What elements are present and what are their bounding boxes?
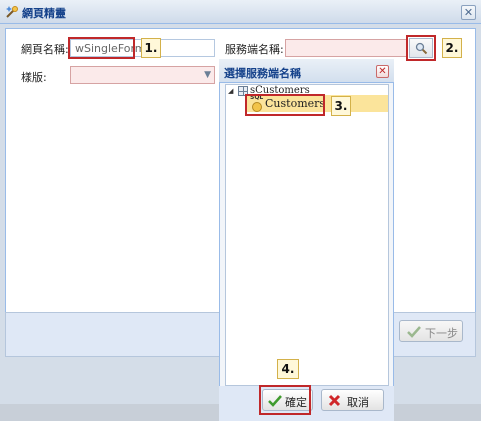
check-icon	[407, 326, 421, 338]
callout-box-3	[245, 94, 325, 116]
next-button-label: 下一步	[425, 327, 458, 340]
callout-box-1	[68, 37, 135, 59]
window-close-button[interactable]: ✕	[461, 5, 476, 20]
step-badge-2: 2.	[442, 38, 462, 58]
callout-box-4	[259, 385, 311, 415]
window-title: 網頁精靈	[22, 7, 66, 20]
wizard-icon	[5, 5, 19, 19]
page-name-label: 網頁名稱:	[21, 43, 69, 56]
cancel-button[interactable]: 取消	[321, 389, 384, 411]
collapse-arrow-icon[interactable]: ◢	[228, 87, 233, 95]
service-tree	[225, 84, 389, 386]
step-badge-3: 3.	[331, 96, 351, 116]
dialog-title: 選擇服務端名稱	[224, 67, 301, 80]
step-badge-4: 4.	[277, 359, 299, 379]
dialog-close-button[interactable]: ✕	[376, 65, 389, 78]
cancel-icon	[328, 394, 341, 407]
cancel-button-label: 取消	[347, 396, 369, 409]
step-badge-1: 1.	[141, 38, 161, 58]
service-name-input[interactable]	[285, 39, 408, 57]
template-select[interactable]: ▼	[70, 66, 215, 84]
chevron-down-icon: ▼	[204, 70, 211, 80]
window-titlebar	[0, 0, 481, 24]
callout-box-2	[406, 35, 436, 61]
template-label: 樣版:	[21, 71, 47, 84]
service-name-label: 服務端名稱:	[225, 43, 284, 56]
next-button[interactable]: 下一步	[399, 320, 463, 342]
